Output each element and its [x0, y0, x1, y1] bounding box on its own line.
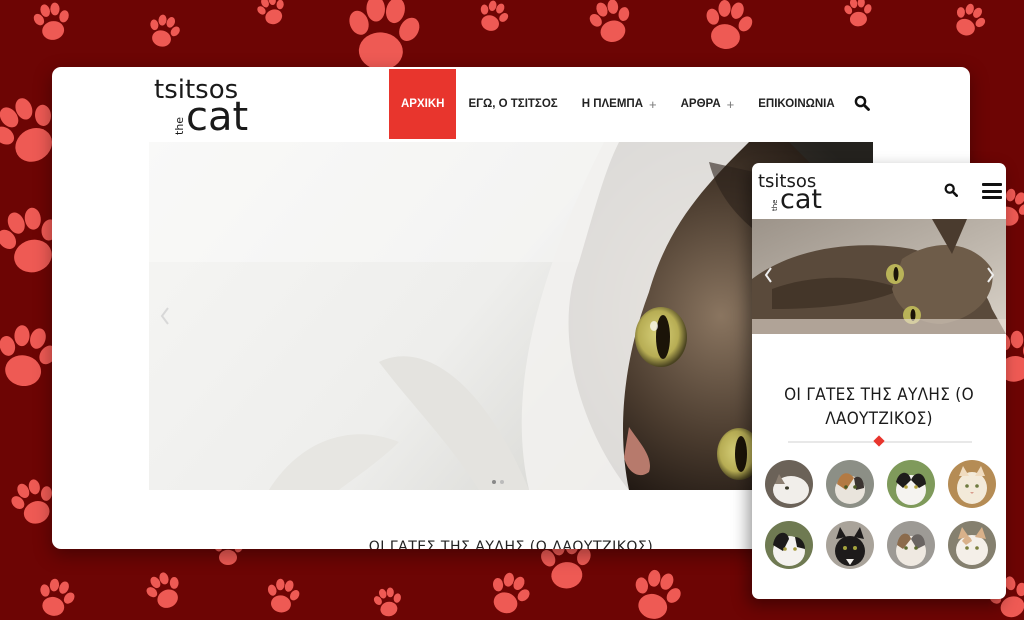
section-title-line: ΟΙ ΓΑΤΕΣ ΤΗΣ ΑΥΛΗΣ (Ο — [784, 385, 974, 405]
mobile-hero-slider[interactable] — [752, 219, 1006, 334]
nav-label: ΑΡΧΙΚΗ — [401, 98, 445, 110]
cat-thumbnail[interactable] — [887, 460, 935, 508]
slider-dot[interactable] — [500, 480, 504, 484]
mobile-hero-cat-image — [752, 219, 1006, 334]
main-nav: ΑΡΧΙΚΗ ΕΓΩ, Ο ΤΣΙΤΣΟΣ Η ΠΛΕΜΠΑ + ΑΡΘΡΑ + Ε… — [389, 69, 847, 139]
logo-text-cat: cat — [186, 94, 249, 140]
site-logo[interactable]: tsitsos the cat — [154, 75, 254, 139]
search-icon[interactable] — [944, 183, 958, 197]
nav-item-about[interactable]: ΕΓΩ, Ο ΤΣΙΤΣΟΣ — [456, 69, 569, 139]
cat-thumbnail[interactable] — [948, 521, 996, 569]
nav-label: ΕΓΩ, Ο ΤΣΙΤΣΟΣ — [468, 98, 558, 110]
nav-item-home[interactable]: ΑΡΧΙΚΗ — [389, 69, 457, 139]
submenu-plus-icon: + — [649, 96, 657, 112]
cat-thumbnail[interactable] — [826, 460, 874, 508]
cat-thumbnail[interactable] — [826, 521, 874, 569]
diamond-icon — [873, 435, 885, 447]
cat-thumbnail[interactable] — [887, 521, 935, 569]
logo-text-the: the — [771, 199, 779, 212]
chevron-left-icon[interactable] — [159, 306, 171, 326]
chevron-right-icon[interactable] — [986, 267, 995, 283]
section-title: ΟΙ ΓΑΤΕΣ ΤΗΣ ΑΥΛΗΣ (Ο ΛΑΟΥΤΖΙΚΟΣ) — [752, 383, 1006, 431]
mobile-site-logo[interactable]: tsitsos the cat — [758, 171, 838, 217]
mobile-site-preview: tsitsos the cat ΟΙ ΓΑΤΕΣ ΤΗΣ ΑΥΛΗΣ (Ο ΛΑ… — [752, 163, 1006, 599]
hamburger-menu-icon[interactable] — [982, 183, 1002, 199]
cat-thumbnail[interactable] — [948, 460, 996, 508]
section-title-line: ΛΑΟΥΤΖΙΚΟΣ) — [825, 409, 933, 429]
logo-text-the: the — [173, 116, 186, 135]
submenu-plus-icon: + — [726, 96, 735, 112]
nav-label: ΕΠΙΚΟΙΝΩΝΙΑ — [758, 98, 835, 110]
cat-thumbnail[interactable] — [765, 521, 813, 569]
logo-text-cat: cat — [780, 184, 822, 215]
cat-thumbnail[interactable] — [765, 460, 813, 508]
nav-label: ΑΡΘΡΑ — [680, 98, 721, 110]
nav-item-articles[interactable]: ΑΡΘΡΑ + — [669, 69, 747, 139]
cat-thumbnail-grid — [765, 460, 997, 569]
slider-dot[interactable] — [492, 480, 496, 484]
search-icon[interactable] — [854, 95, 870, 111]
nav-item-contact[interactable]: ΕΠΙΚΟΙΝΩΝΙΑ — [746, 69, 846, 139]
nav-label: Η ΠΛΕΜΠΑ — [581, 98, 644, 110]
nav-item-gang[interactable]: Η ΠΛΕΜΠΑ + — [570, 69, 669, 139]
chevron-left-icon[interactable] — [764, 267, 773, 283]
